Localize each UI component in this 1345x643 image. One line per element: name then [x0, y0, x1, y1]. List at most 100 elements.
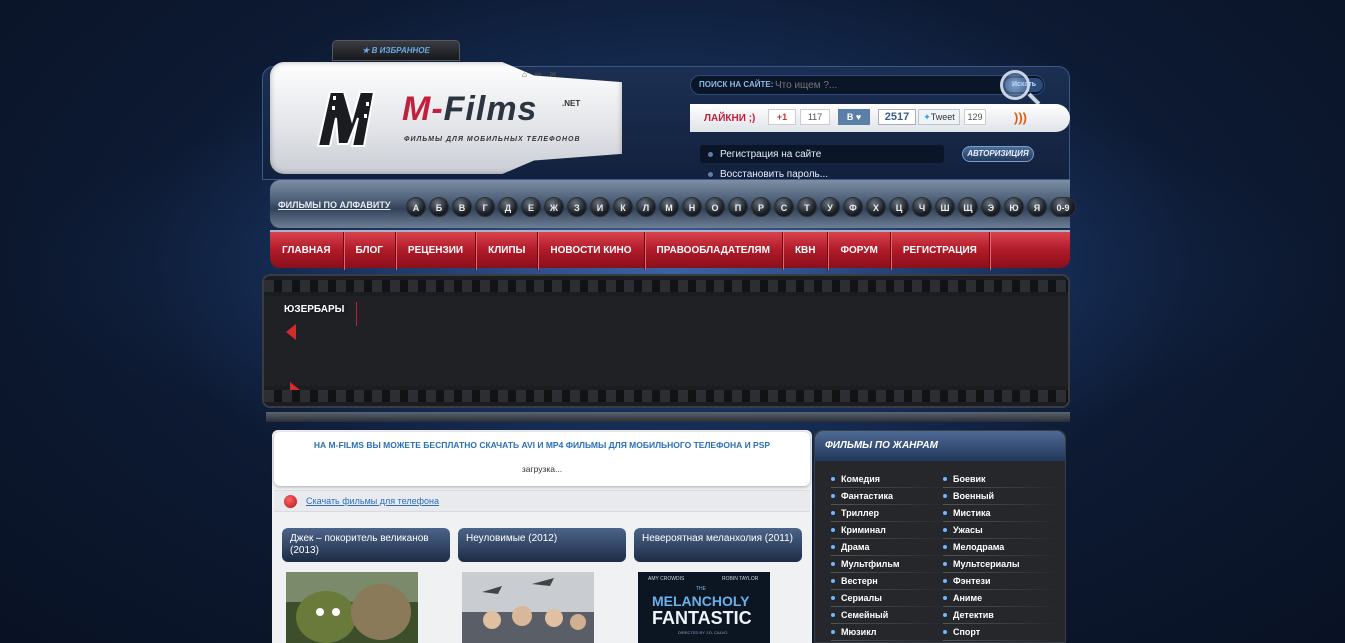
- genre-link[interactable]: Мистика: [943, 507, 1061, 524]
- logo-film-m-icon[interactable]: [308, 82, 382, 154]
- quick-icons: ⌂⚯✉: [522, 70, 564, 79]
- menu-item[interactable]: БЛОГ: [344, 232, 396, 270]
- movie-card[interactable]: Невероятная меланхолия (2011) AMY CROWDI…: [634, 528, 802, 643]
- home-icon[interactable]: ⌂: [522, 70, 535, 79]
- mail-icon[interactable]: ✉: [550, 70, 565, 79]
- search-input[interactable]: [775, 78, 985, 92]
- alphabet-letters: А Б В Г Д Е Ж З И К Л М Н О П Р С Т У Ф Х Ц Ч Ш Щ Э Ю Я 0-9: [406, 197, 1076, 217]
- movie-poster-image[interactable]: AMY CROWDIS ROBIN TAYLOR THE MELANCHOLY …: [638, 572, 770, 643]
- download-link[interactable]: Скачать фильмы для телефона: [306, 496, 439, 506]
- genre-link[interactable]: Ужасы: [943, 524, 1061, 541]
- alphabet-letter-button[interactable]: Я: [1027, 197, 1047, 217]
- alphabet-letter-button[interactable]: Р: [751, 197, 771, 217]
- alphabet-letter-button[interactable]: Щ: [958, 197, 978, 217]
- alphabet-letter-button[interactable]: Ю: [1004, 197, 1024, 217]
- social-bar: ЛАЙКНИ ;) +1 117 В ♥ 2517 ✦Tweet 129 ))): [690, 104, 1070, 132]
- genre-link[interactable]: Мюзикл: [831, 626, 949, 643]
- alphabet-letter-button[interactable]: П: [728, 197, 748, 217]
- alphabet-letter-button[interactable]: Т: [797, 197, 817, 217]
- menu-item[interactable]: ФОРУМ: [828, 232, 891, 270]
- login-button[interactable]: АВТОРИЗИЦИЯ: [962, 146, 1034, 162]
- menu-item[interactable]: КВН: [783, 232, 829, 270]
- vk-like-button[interactable]: В ♥: [838, 109, 870, 125]
- menu-item[interactable]: ПРАВООБЛАДАТЕЛЯМ: [645, 232, 783, 270]
- menu-item[interactable]: РЕГИСТРАЦИЯ: [891, 232, 990, 270]
- vk-like-count: 2517: [878, 109, 916, 125]
- tweet-button[interactable]: ✦Tweet: [918, 109, 960, 125]
- register-link[interactable]: Регистрация на сайте: [708, 149, 821, 160]
- gplus-button[interactable]: +1: [768, 109, 796, 125]
- alphabet-letter-button[interactable]: К: [613, 197, 633, 217]
- genre-link[interactable]: Аниме: [943, 592, 1061, 609]
- genre-link[interactable]: Вестерн: [831, 575, 949, 592]
- alphabet-title[interactable]: ФИЛЬМЫ ПО АЛФАВИТУ: [278, 200, 390, 210]
- genre-link[interactable]: Триллер: [831, 507, 949, 524]
- alphabet-letter-button[interactable]: Ж: [544, 197, 564, 217]
- sitemap-icon[interactable]: ⚯: [535, 70, 550, 79]
- alphabet-letter-button[interactable]: З: [567, 197, 587, 217]
- alphabet-letter-button[interactable]: Д: [498, 197, 518, 217]
- tweet-count: 129: [964, 109, 986, 125]
- genre-link[interactable]: Криминал: [831, 524, 949, 541]
- genre-link[interactable]: Драма: [831, 541, 949, 558]
- genre-link[interactable]: Мультфильм: [831, 558, 949, 575]
- poster-actor-1: AMY CROWDIS: [648, 576, 685, 582]
- menu-item[interactable]: РЕЦЕНЗИИ: [396, 232, 477, 270]
- alphabet-letter-button[interactable]: И: [590, 197, 610, 217]
- favorites-label: В ИЗБРАННОЕ: [371, 46, 430, 55]
- genre-link[interactable]: Боевик: [943, 473, 1061, 490]
- page-wrapper: ★ В ИЗБРАННОЕ ⌂⚯✉ M-Films .NET ФИЛЬМЫ ДЛ…: [262, 0, 1076, 643]
- alphabet-letter-button[interactable]: А: [406, 197, 426, 217]
- restore-password-link[interactable]: Восстановить пароль...: [708, 169, 828, 180]
- alphabet-letter-button[interactable]: О: [705, 197, 725, 217]
- alphabet-letter-button[interactable]: Г: [475, 197, 495, 217]
- film-perforation-top: [264, 280, 1068, 292]
- genre-link[interactable]: Военный: [943, 490, 1061, 507]
- menu-item[interactable]: НОВОСТИ КИНО: [538, 232, 645, 270]
- genre-link[interactable]: Комедия: [831, 473, 949, 490]
- movie-card-title[interactable]: Джек – покоритель великанов (2013): [282, 528, 450, 562]
- alphabet-letter-button[interactable]: Ц: [889, 197, 909, 217]
- alphabet-letter-button[interactable]: Х: [866, 197, 886, 217]
- magnifier-icon[interactable]: [1000, 70, 1030, 100]
- notice-box: НА M-FILMS ВЫ МОЖЕТЕ БЕСПЛАТНО СКАЧАТЬ A…: [274, 432, 810, 486]
- alphabet-letter-button[interactable]: Ч: [912, 197, 932, 217]
- alphabet-letter-button[interactable]: Ш: [935, 197, 955, 217]
- movie-card[interactable]: Неуловимые (2012): [458, 528, 626, 643]
- logo-title[interactable]: M-Films: [402, 90, 537, 129]
- alphabet-letter-button[interactable]: Б: [429, 197, 449, 217]
- alphabet-letter-button[interactable]: Э: [981, 197, 1001, 217]
- movie-card[interactable]: Джек – покоритель великанов (2013): [282, 528, 450, 643]
- alphabet-letter-button[interactable]: Л: [636, 197, 656, 217]
- genres-title: ФИЛЬМЫ ПО ЖАНРАМ: [815, 431, 1065, 461]
- genre-link[interactable]: Фантастика: [831, 490, 949, 507]
- genre-link[interactable]: Детектив: [943, 609, 1061, 626]
- alphabet-letter-button[interactable]: М: [659, 197, 679, 217]
- movie-card-title[interactable]: Неуловимые (2012): [458, 528, 626, 562]
- genre-link[interactable]: Мелодрама: [943, 541, 1061, 558]
- slider-prev-arrow-icon[interactable]: [286, 324, 296, 340]
- genre-link[interactable]: Спорт: [943, 626, 1061, 643]
- logo-m-part: M-: [402, 90, 444, 128]
- search-label: ПОИСК НА САЙТЕ:: [699, 80, 774, 89]
- alphabet-letter-button[interactable]: С: [774, 197, 794, 217]
- userbars-slider: ЮЗЕРБАРЫ: [262, 274, 1070, 408]
- genre-link[interactable]: Фэнтези: [943, 575, 1061, 592]
- alphabet-letter-button[interactable]: Ф: [843, 197, 863, 217]
- movie-poster-image[interactable]: [286, 572, 418, 643]
- genre-link[interactable]: Семейный: [831, 609, 949, 626]
- genre-link[interactable]: Сериалы: [831, 592, 949, 609]
- add-to-favorites-button[interactable]: ★ В ИЗБРАННОЕ: [332, 40, 460, 61]
- menu-item[interactable]: КЛИПЫ: [476, 232, 539, 270]
- menu-item[interactable]: ГЛАВНАЯ: [270, 232, 344, 270]
- movie-card-title[interactable]: Невероятная меланхолия (2011): [634, 528, 802, 562]
- alphabet-letter-button[interactable]: Н: [682, 197, 702, 217]
- alphabet-letter-button[interactable]: Е: [521, 197, 541, 217]
- alphabet-letter-button[interactable]: В: [452, 197, 472, 217]
- rss-icon[interactable]: ))): [1014, 111, 1028, 125]
- section-divider: [266, 412, 1070, 422]
- movie-poster-image[interactable]: [462, 572, 594, 643]
- genre-link[interactable]: Мультсериалы: [943, 558, 1061, 575]
- alphabet-letter-button[interactable]: 0-9: [1050, 197, 1076, 217]
- alphabet-letter-button[interactable]: У: [820, 197, 840, 217]
